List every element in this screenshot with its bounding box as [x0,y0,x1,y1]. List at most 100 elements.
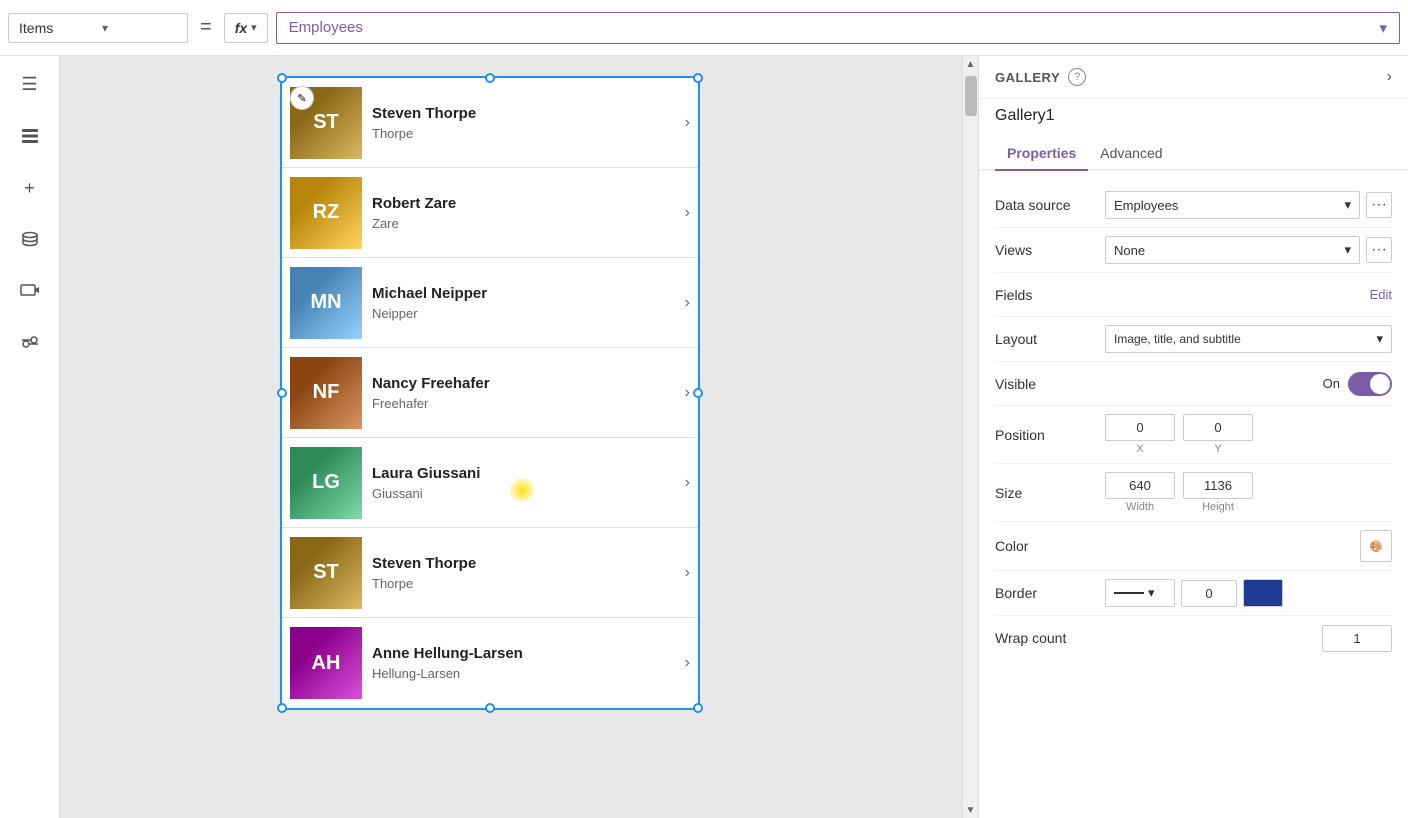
media-icon[interactable] [14,276,46,308]
fields-edit-link[interactable]: Edit [1370,287,1392,302]
size-height-input[interactable] [1183,472,1253,499]
database-icon[interactable] [14,224,46,256]
fx-label: fx [235,20,247,36]
item-name: Laura Giussani [372,465,675,482]
views-row: Views None ▾ ··· [995,228,1392,273]
position-y-label: Y [1214,443,1221,455]
position-y-input[interactable] [1183,414,1253,441]
tab-advanced[interactable]: Advanced [1088,137,1174,171]
border-style-dropdown[interactable]: ▾ [1105,579,1175,607]
views-chevron: ▾ [1344,242,1351,258]
item-name: Michael Neipper [372,285,675,302]
item-name: Robert Zare [372,195,675,212]
scroll-thumb[interactable] [965,76,977,116]
views-more-btn[interactable]: ··· [1366,237,1392,263]
item-chevron: › [685,294,690,312]
item-name: Nancy Freehafer [372,375,675,392]
gallery-item[interactable]: AHAnne Hellung-LarsenHellung-Larsen› [282,618,698,708]
visible-toggle[interactable] [1348,372,1392,396]
layout-chevron: ▾ [1376,331,1383,347]
gallery-item[interactable]: RZ Robert Zare Zare › [282,168,698,258]
size-width-input[interactable] [1105,472,1175,499]
views-value: None ▾ ··· [1105,236,1392,264]
item-photo: LG [290,447,362,519]
data-source-chevron: ▾ [1344,197,1351,213]
fields-value: Edit [1105,287,1392,302]
scroll-down-arrow[interactable]: ▼ [963,802,979,818]
border-color-swatch[interactable] [1243,579,1283,607]
gallery-item[interactable]: STSteven ThorpeThorpe› [282,78,698,168]
panel-help-icon[interactable]: ? [1068,68,1086,86]
layout-label: Layout [995,331,1105,347]
border-row: Border ▾ [995,571,1392,616]
add-icon[interactable]: + [14,172,46,204]
hamburger-icon[interactable]: ☰ [14,68,46,100]
item-subtitle: Hellung-Larsen [372,666,675,681]
border-line-preview [1114,592,1144,594]
data-source-dropdown[interactable]: Employees ▾ [1105,191,1360,219]
gallery-edit-icon[interactable]: ✎ [290,86,314,110]
item-subtitle: Freehafer [372,396,675,411]
scroll-up-arrow[interactable]: ▲ [963,56,979,72]
position-label: Position [995,427,1105,443]
item-chevron: › [685,204,690,222]
border-width-input[interactable] [1181,580,1237,607]
panel-nav-arrow[interactable]: › [1387,68,1392,86]
items-dropdown[interactable]: Items ▾ [8,13,188,43]
gallery-item[interactable]: NF Nancy Freehafer Freehafer › [282,348,698,438]
views-selected: None [1114,243,1145,258]
item-photo: RZ [290,177,362,249]
panel-title: GALLERY [995,70,1060,85]
gallery-item[interactable]: LGLaura GiussaniGiussani› [282,438,698,528]
position-x-label: X [1136,443,1143,455]
item-subtitle: Thorpe [372,126,675,141]
views-dropdown[interactable]: None ▾ [1105,236,1360,264]
layout-dropdown[interactable]: Image, title, and subtitle ▾ [1105,325,1392,353]
visible-label: Visible [995,376,1105,392]
item-subtitle: Giussani [372,486,675,501]
gallery-item[interactable]: MNMichael NeipperNeipper› [282,258,698,348]
item-name: Anne Hellung-Larsen [372,645,675,662]
position-x-input[interactable] [1105,414,1175,441]
border-style-chevron: ▾ [1148,585,1155,601]
item-name: Steven Thorpe [372,555,675,572]
border-value: ▾ [1105,579,1392,607]
wrap-count-input[interactable] [1322,625,1392,652]
canvas-area: ✎ STSteven ThorpeThorpe›RZRobert ZareZar… [60,56,978,818]
gallery-selection: ✎ STSteven ThorpeThorpe›RZRobert ZareZar… [280,76,700,710]
item-name: Steven Thorpe [372,105,675,122]
data-source-more-btn[interactable]: ··· [1366,192,1392,218]
main-layout: ☰ + [0,56,1408,818]
layout-row: Layout Image, title, and subtitle ▾ [995,317,1392,362]
fx-button[interactable]: fx ▾ [224,13,268,43]
color-picker-btn[interactable]: 🎨 [1360,530,1392,562]
item-info: Laura Giussani Giussani [362,465,685,501]
item-photo: NF [290,357,362,429]
tools-icon[interactable] [14,328,46,360]
visible-toggle-container: On [1323,372,1392,396]
border-label: Border [995,585,1105,601]
left-sidebar: ☰ + [0,56,60,818]
visible-value: On [1105,372,1392,396]
right-panel: GALLERY ? › Gallery1 Properties Advanced… [978,56,1408,818]
formula-chevron: ▾ [1379,19,1387,37]
formula-bar[interactable]: Employees ▾ [276,12,1400,44]
layers-icon[interactable] [14,120,46,152]
tab-properties[interactable]: Properties [995,137,1088,171]
canvas-scrollbar: ▲ ▼ [962,56,978,818]
position-value: X Y [1105,414,1392,455]
toggle-knob [1370,374,1390,394]
item-info: Steven Thorpe Thorpe [362,105,685,141]
item-subtitle: Zare [372,216,675,231]
item-subtitle: Thorpe [372,576,675,591]
item-photo: AH [290,627,362,699]
wrap-count-label: Wrap count [995,630,1105,646]
component-name: Gallery1 [979,99,1408,137]
item-chevron: › [685,384,690,402]
views-label: Views [995,242,1105,258]
size-w-label: Width [1126,501,1154,513]
fields-row: Fields Edit [995,273,1392,317]
size-h-label: Height [1202,501,1234,513]
items-label: Items [19,20,94,36]
gallery-item[interactable]: STSteven ThorpeThorpe› [282,528,698,618]
